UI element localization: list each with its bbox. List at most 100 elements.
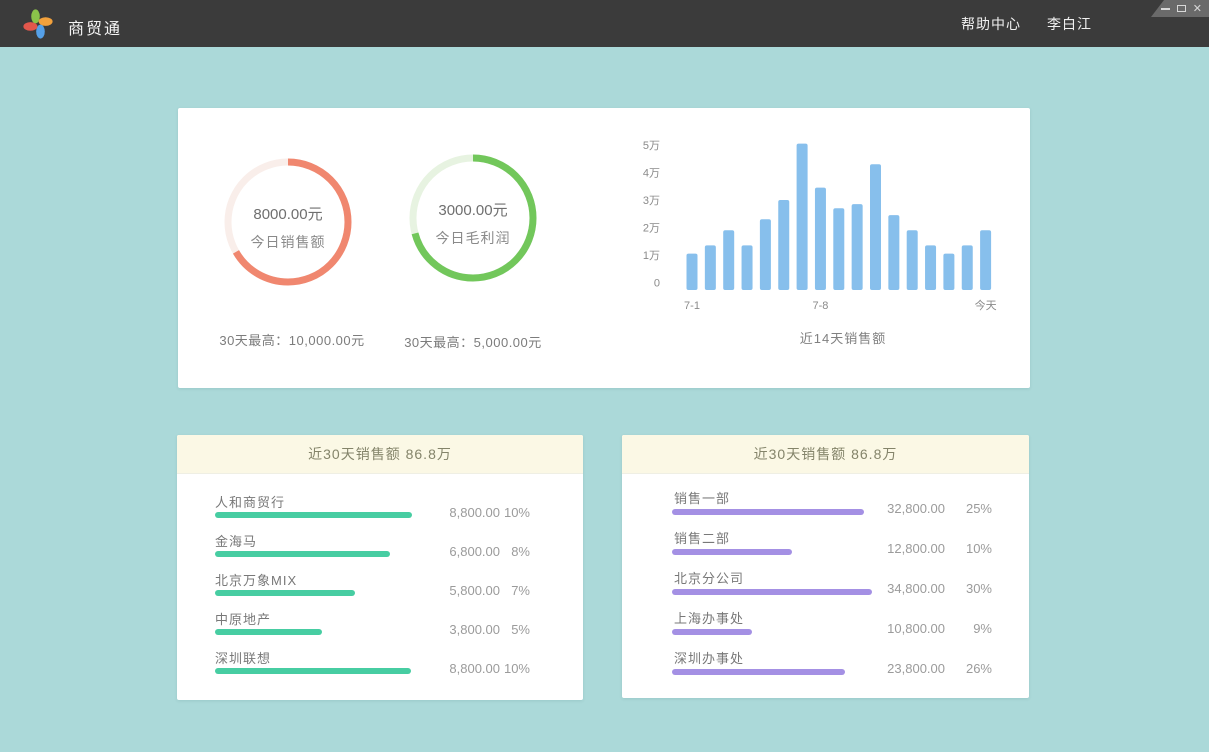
chart-bar [815,188,826,290]
rank-percent: 9% [945,621,992,636]
y-axis-tick: 0 [654,278,660,290]
rank-label: 深圳联想 [215,648,271,667]
sales-bar-chart: 01万2万3万4万5万7-17-8今天 [640,130,1012,322]
rank-amount: 5,800.00 [410,583,500,598]
topbar-links: 帮助中心 李白江 [961,0,1092,47]
topbar: 商贸通 帮助中心 李白江 ✕ [0,0,1209,47]
rank-label: 上海办事处 [674,608,744,627]
chart-bar [833,208,844,290]
rank-label: 金海马 [215,531,257,550]
profit-30d-max: 30天最高：5,000.00元 [363,332,583,351]
rank-amount: 12,800.00 [855,541,945,556]
rank-row: 销售一部 32,800.0025% [622,488,1029,528]
rank-percent: 26% [945,661,992,676]
rank-amount: 8,800.00 [410,505,500,520]
rank-label: 销售一部 [674,488,730,507]
rank-label: 北京万象MIX [215,570,297,589]
y-axis-tick: 5万 [643,140,660,152]
rank-row: 深圳联想 8,800.0010% [177,648,583,688]
minimize-icon[interactable] [1161,8,1170,10]
sales-chart-title: 近14天销售额 [743,328,943,347]
y-axis-tick: 2万 [643,223,660,235]
x-axis-label: 7-8 [812,300,828,312]
rank-label: 中原地产 [215,609,271,628]
close-icon[interactable]: ✕ [1193,3,1202,14]
chart-bar [980,230,991,290]
rank-percent: 10% [500,661,530,676]
rank-row: 北京分公司 34,800.0030% [622,568,1029,608]
rank-row: 人和商贸行 8,800.0010% [177,492,583,532]
chart-bar [742,245,753,290]
department-rank-card: 近30天销售额 86.8万 销售一部 32,800.0025% 销售二部 12,800… [622,435,1029,698]
chart-bar [962,245,973,290]
y-axis-tick: 4万 [643,168,660,180]
today-sales-label: 今日销售额 [221,232,355,252]
customer-rank-card: 近30天销售额 86.8万 人和商贸行8,800.0010%金海马6,800.0… [177,435,583,700]
rank-bar [215,590,355,596]
rank-values: 3,800.005% [410,622,530,637]
rank-amount: 8,800.00 [410,661,500,676]
rank-values: 8,800.0010% [410,661,530,676]
rank-values: 32,800.0025% [855,501,992,516]
rank-amount: 32,800.00 [855,501,945,516]
rank-label: 北京分公司 [674,568,744,587]
chart-bar [852,204,863,290]
rank-amount: 6,800.00 [410,544,500,559]
pinwheel-logo-icon [23,9,53,39]
rank-amount: 34,800.00 [855,581,945,596]
rank-percent: 5% [500,622,530,637]
rank-amount: 23,800.00 [855,661,945,676]
rank-bar [215,629,322,635]
rank-label: 人和商贸行 [215,492,285,511]
maximize-icon[interactable] [1177,5,1186,12]
y-axis-tick: 1万 [643,250,660,262]
chart-bar [797,144,808,290]
customer-rank-title: 近30天销售额 86.8万 [177,435,583,474]
chart-bar [705,245,716,290]
chart-bar [907,230,918,290]
rank-percent: 25% [945,501,992,516]
rank-percent: 8% [500,544,530,559]
rank-bar [672,629,752,635]
rank-row: 金海马 6,800.008% [177,531,583,571]
rank-values: 5,800.007% [410,583,530,598]
rank-bar [215,668,411,674]
rank-percent: 10% [500,505,530,520]
today-profit-gauge: 3000.00元 今日毛利润 [406,151,540,285]
user-menu[interactable]: 李白江 [1047,14,1092,34]
chart-bar [925,245,936,290]
rank-values: 12,800.0010% [855,541,992,556]
app-title: 商贸通 [68,15,122,39]
rank-label: 深圳办事处 [674,648,744,667]
chart-bar [687,254,698,290]
window-controls: ✕ [1151,0,1209,17]
chart-bar [888,215,899,290]
rank-values: 23,800.0026% [855,661,992,676]
chart-bar [778,200,789,290]
rank-amount: 3,800.00 [410,622,500,637]
help-center-link[interactable]: 帮助中心 [961,14,1021,34]
rank-bar [215,551,390,557]
y-axis-tick: 3万 [643,195,660,207]
rank-values: 6,800.008% [410,544,530,559]
rank-bar [672,589,872,595]
chart-bar [723,230,734,290]
chart-bar [760,219,771,290]
rank-label: 销售二部 [674,528,730,547]
chart-bar [943,254,954,290]
rank-amount: 10,800.00 [855,621,945,636]
today-sales-gauge: 8000.00元 今日销售额 [221,155,355,289]
department-rank-title: 近30天销售额 86.8万 [622,435,1029,474]
rank-percent: 7% [500,583,530,598]
rank-bar [672,669,845,675]
rank-percent: 30% [945,581,992,596]
rank-row: 深圳办事处 23,800.0026% [622,648,1029,688]
rank-percent: 10% [945,541,992,556]
rank-row: 中原地产 3,800.005% [177,609,583,649]
rank-bar [215,512,412,518]
today-profit-value: 3000.00元 [406,199,540,220]
chart-bar [870,164,881,290]
x-axis-label: 7-1 [684,300,700,312]
sales-chart-area: 01万2万3万4万5万7-17-8今天 [640,130,1012,322]
rank-row: 销售二部 12,800.0010% [622,528,1029,568]
